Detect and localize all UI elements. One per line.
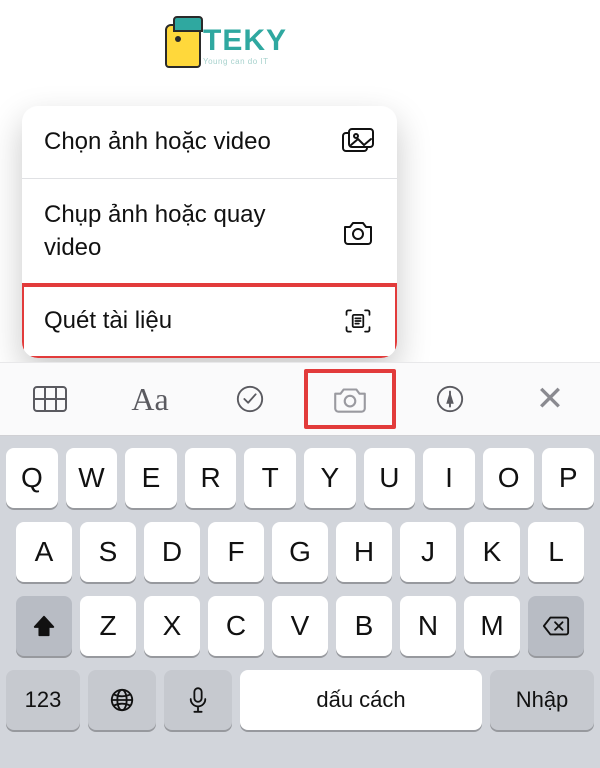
teky-logo-text: TEKY Young can do IT bbox=[203, 26, 287, 66]
camera-icon bbox=[341, 217, 375, 247]
key-f[interactable]: F bbox=[208, 522, 264, 582]
notes-toolbar: Aa ✕ bbox=[0, 362, 600, 436]
key-z[interactable]: Z bbox=[80, 596, 136, 656]
key-s[interactable]: S bbox=[80, 522, 136, 582]
scan-document-icon bbox=[341, 306, 375, 336]
key-y[interactable]: Y bbox=[304, 448, 356, 508]
key-n[interactable]: N bbox=[400, 596, 456, 656]
menu-item-scan-document[interactable]: Quét tài liệu bbox=[22, 285, 397, 357]
keyboard-row-3: Z X C V B N M bbox=[6, 596, 594, 656]
numbers-key[interactable]: 123 bbox=[6, 670, 80, 730]
key-r[interactable]: R bbox=[185, 448, 237, 508]
key-w[interactable]: W bbox=[66, 448, 118, 508]
dictation-key[interactable] bbox=[164, 670, 232, 730]
close-toolbar[interactable]: ✕ bbox=[500, 363, 600, 435]
key-o[interactable]: O bbox=[483, 448, 535, 508]
menu-item-choose-media[interactable]: Chọn ảnh hoặc video bbox=[22, 106, 397, 179]
table-tool[interactable] bbox=[0, 363, 100, 435]
ios-keyboard: Q W E R T Y U I O P A S D F G H J K L Z … bbox=[0, 436, 600, 768]
key-q[interactable]: Q bbox=[6, 448, 58, 508]
key-m[interactable]: M bbox=[464, 596, 520, 656]
key-u[interactable]: U bbox=[364, 448, 416, 508]
logo-brand: TEKY bbox=[203, 26, 287, 56]
backspace-key[interactable] bbox=[528, 596, 584, 656]
key-a[interactable]: A bbox=[16, 522, 72, 582]
logo-tagline: Young can do IT bbox=[203, 58, 287, 66]
teky-logo: TEKY Young can do IT bbox=[165, 24, 287, 68]
menu-item-label: Chọn ảnh hoặc video bbox=[44, 126, 271, 158]
enter-key[interactable]: Nhập bbox=[490, 670, 594, 730]
key-b[interactable]: B bbox=[336, 596, 392, 656]
keyboard-row-2: A S D F G H J K L bbox=[6, 522, 594, 582]
attachment-menu: Chọn ảnh hoặc video Chụp ảnh hoặc quay v… bbox=[22, 106, 397, 358]
menu-item-label: Chụp ảnh hoặc quay video bbox=[44, 199, 314, 264]
camera-tool[interactable] bbox=[300, 363, 400, 435]
keyboard-row-4: 123 dấu cách Nhập bbox=[6, 670, 594, 730]
key-c[interactable]: C bbox=[208, 596, 264, 656]
markup-tool[interactable] bbox=[400, 363, 500, 435]
shift-key[interactable] bbox=[16, 596, 72, 656]
globe-key[interactable] bbox=[88, 670, 156, 730]
key-t[interactable]: T bbox=[244, 448, 296, 508]
key-j[interactable]: J bbox=[400, 522, 456, 582]
key-h[interactable]: H bbox=[336, 522, 392, 582]
key-k[interactable]: K bbox=[464, 522, 520, 582]
checklist-tool[interactable] bbox=[200, 363, 300, 435]
key-i[interactable]: I bbox=[423, 448, 475, 508]
key-g[interactable]: G bbox=[272, 522, 328, 582]
teky-bird-icon bbox=[165, 24, 201, 68]
key-p[interactable]: P bbox=[542, 448, 594, 508]
menu-item-label: Quét tài liệu bbox=[44, 305, 172, 337]
key-v[interactable]: V bbox=[272, 596, 328, 656]
keyboard-row-1: Q W E R T Y U I O P bbox=[6, 448, 594, 508]
key-x[interactable]: X bbox=[144, 596, 200, 656]
key-d[interactable]: D bbox=[144, 522, 200, 582]
key-e[interactable]: E bbox=[125, 448, 177, 508]
text-format-tool[interactable]: Aa bbox=[100, 363, 200, 435]
space-key[interactable]: dấu cách bbox=[240, 670, 482, 730]
menu-item-capture-media[interactable]: Chụp ảnh hoặc quay video bbox=[22, 179, 397, 285]
key-l[interactable]: L bbox=[528, 522, 584, 582]
gallery-icon bbox=[341, 127, 375, 157]
